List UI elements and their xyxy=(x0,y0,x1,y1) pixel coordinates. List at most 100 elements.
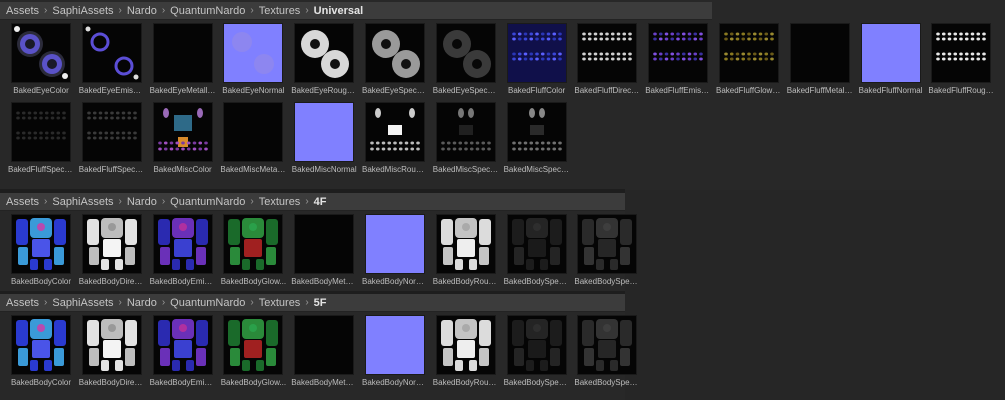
texture-asset[interactable]: BakedBodySpecu... xyxy=(504,215,570,286)
breadcrumb-item[interactable]: Nardo xyxy=(125,196,159,208)
texture-asset[interactable]: BakedFluffSpecul... xyxy=(79,103,145,174)
texture-asset[interactable]: BakedBodySpecu... xyxy=(574,215,640,286)
texture-asset[interactable]: BakedBodyEmissi... xyxy=(149,215,216,286)
breadcrumb-item[interactable]: QuantumNardo xyxy=(168,196,247,208)
texture-asset[interactable]: BakedFluffRoughn... xyxy=(928,24,994,95)
texture-asset[interactable]: BakedEyeMetalli... xyxy=(149,24,216,95)
texture-asset[interactable]: BakedBodyMetall... xyxy=(291,215,358,286)
breadcrumb-item[interactable]: Nardo xyxy=(125,297,159,309)
texture-asset[interactable]: BakedEyeRoughn... xyxy=(291,24,358,95)
project-panel-4f: Assets › SaphiAssets › Nardo › QuantumNardo › Te… xyxy=(0,193,640,293)
texture-asset[interactable]: BakedEyeNormal xyxy=(222,24,285,95)
texture-preview xyxy=(366,316,424,374)
breadcrumb-item[interactable]: Textures xyxy=(257,297,303,309)
breadcrumb-item[interactable]: SaphiAssets xyxy=(50,5,115,17)
texture-label: BakedBodyMetall... xyxy=(291,277,358,286)
breadcrumb-item[interactable]: Textures xyxy=(257,196,303,208)
texture-asset[interactable]: BakedBodyDirect... xyxy=(78,215,145,286)
texture-label: BakedBodySpecu... xyxy=(574,378,641,387)
texture-asset[interactable]: BakedBodyColor xyxy=(10,316,72,387)
breadcrumb-item[interactable]: SaphiAssets xyxy=(50,297,115,309)
texture-thumbnail xyxy=(224,103,283,161)
breadcrumb-item[interactable]: Textures xyxy=(257,5,303,17)
texture-thumbnail xyxy=(436,24,495,82)
texture-thumbnail xyxy=(366,103,424,161)
texture-label: BakedBodyGlow... xyxy=(220,277,287,286)
texture-thumbnail xyxy=(436,215,495,273)
texture-asset[interactable]: BakedFluffSpecul... xyxy=(8,103,74,174)
texture-asset[interactable]: BakedFluffGlowM... xyxy=(716,24,782,95)
texture-label: BakedBodyDirect... xyxy=(78,277,145,286)
texture-label: BakedBodyNormal xyxy=(362,378,428,387)
breadcrumb-item[interactable]: Assets xyxy=(4,196,41,208)
texture-thumbnail xyxy=(578,316,637,374)
breadcrumb-item[interactable]: QuantumNardo xyxy=(168,297,247,309)
texture-asset[interactable]: BakedMiscSpecul... xyxy=(433,103,499,174)
texture-asset[interactable]: BakedEyeColor xyxy=(10,24,72,95)
texture-asset[interactable]: BakedBodyDirect... xyxy=(79,316,145,387)
texture-label: BakedMiscMetalli... xyxy=(220,165,287,174)
breadcrumb-item[interactable]: Assets xyxy=(4,297,41,309)
texture-asset[interactable]: BakedFluffMetalli... xyxy=(786,24,853,95)
texture-preview xyxy=(295,215,353,273)
breadcrumb-item[interactable]: Nardo xyxy=(125,5,159,17)
texture-label: BakedFluffMetalli... xyxy=(786,86,853,95)
texture-label: BakedEyeRoughn... xyxy=(291,86,358,95)
texture-thumbnail xyxy=(861,24,920,82)
texture-asset[interactable]: BakedBodyEmissi... xyxy=(150,316,216,387)
texture-preview xyxy=(511,319,562,371)
texture-preview xyxy=(442,30,491,78)
texture-thumbnail xyxy=(436,103,495,161)
texture-asset[interactable]: BakedBodySpecu... xyxy=(574,316,641,387)
asset-grid: BakedBodyColor BakedBodyDirect... BakedBod… xyxy=(0,316,640,400)
texture-asset[interactable]: BakedMiscNormal xyxy=(292,103,357,174)
texture-thumbnail xyxy=(507,215,566,273)
texture-asset[interactable]: BakedMiscRough... xyxy=(362,103,428,174)
texture-preview xyxy=(507,24,566,82)
texture-asset[interactable]: BakedFluffColor xyxy=(506,24,568,95)
texture-label: BakedEyeMetalli... xyxy=(149,86,216,95)
texture-label: BakedMiscColor xyxy=(153,165,212,174)
texture-label: BakedFluffEmissi... xyxy=(645,86,712,95)
breadcrumb-item[interactable]: 4F xyxy=(312,196,329,208)
texture-asset[interactable]: BakedFluffEmissi... xyxy=(645,24,712,95)
texture-asset[interactable]: BakedBodyRough... xyxy=(432,215,499,286)
texture-preview xyxy=(14,26,68,79)
texture-label: BakedEyeSpecula... xyxy=(432,86,499,95)
texture-asset[interactable]: BakedMiscColor xyxy=(152,103,214,174)
texture-asset[interactable]: BakedMiscSpecul... xyxy=(504,103,570,174)
texture-thumbnail xyxy=(507,103,566,161)
texture-label: BakedEyeEmission xyxy=(78,86,145,95)
texture-asset[interactable]: BakedBodyNormal xyxy=(362,316,428,387)
texture-label: BakedBodyGlow... xyxy=(220,378,287,387)
texture-asset[interactable]: BakedBodyMetall... xyxy=(291,316,357,387)
texture-asset[interactable]: BakedBodyNormal xyxy=(362,215,428,286)
texture-asset[interactable]: BakedFluffNormal xyxy=(859,24,923,95)
texture-thumbnail xyxy=(82,103,141,161)
breadcrumb-item[interactable]: Universal xyxy=(312,5,366,17)
texture-thumbnail xyxy=(436,316,495,374)
breadcrumb-item[interactable]: SaphiAssets xyxy=(50,196,115,208)
texture-asset[interactable]: BakedBodyGlow... xyxy=(220,316,287,387)
texture-thumbnail xyxy=(720,24,778,82)
texture-asset[interactable]: BakedEyeSpecula... xyxy=(432,24,499,95)
texture-thumbnail xyxy=(12,24,70,82)
breadcrumb-item[interactable]: QuantumNardo xyxy=(168,5,247,17)
texture-asset[interactable]: BakedBodyColor xyxy=(10,215,72,286)
breadcrumb-item[interactable]: 5F xyxy=(312,297,329,309)
texture-asset[interactable]: BakedBodyRough... xyxy=(433,316,499,387)
texture-asset[interactable]: BakedEyeEmission xyxy=(78,24,145,95)
texture-preview xyxy=(791,24,849,82)
breadcrumb-item[interactable]: Assets xyxy=(4,5,41,17)
texture-asset[interactable]: BakedFluffDirecti... xyxy=(574,24,640,95)
texture-asset[interactable]: BakedEyeSpecular xyxy=(362,24,428,95)
texture-label: BakedBodyRough... xyxy=(432,277,499,286)
texture-preview xyxy=(86,111,137,140)
texture-asset[interactable]: BakedMiscMetalli... xyxy=(220,103,287,174)
texture-label: BakedBodyEmissi... xyxy=(149,277,216,286)
texture-asset[interactable]: BakedBodySpecu... xyxy=(504,316,570,387)
texture-asset[interactable]: BakedBodyGlow... xyxy=(220,215,287,286)
texture-thumbnail xyxy=(366,316,424,374)
texture-thumbnail xyxy=(82,316,141,374)
texture-label: BakedFluffSpecul... xyxy=(8,165,74,174)
